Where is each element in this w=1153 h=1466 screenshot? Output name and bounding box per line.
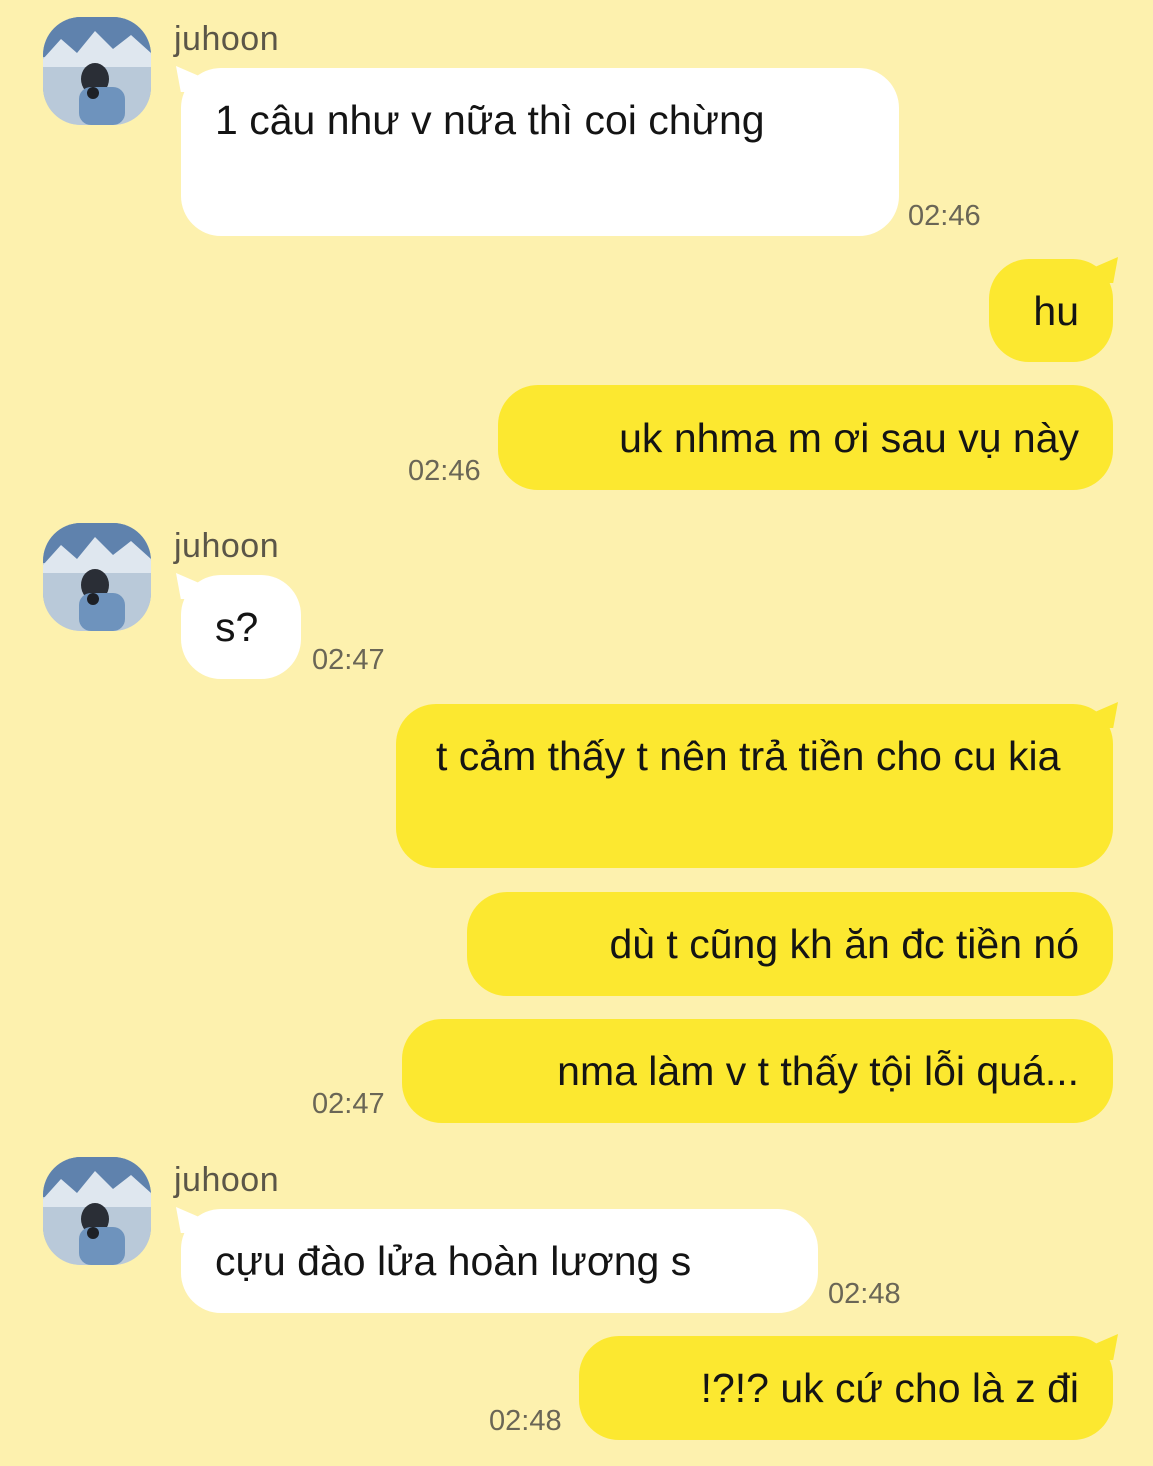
message-text: cựu đào lửa hoàn lương s [215, 1238, 692, 1284]
message-time: 02:46 [408, 455, 481, 487]
sender-name: juhoon [174, 1161, 280, 1199]
message-bubble-outgoing[interactable]: nma làm v t thấy tội lỗi quá... [402, 1019, 1113, 1123]
sender-name: juhoon [174, 527, 280, 565]
message-text: t cảm thấy t nên trả tiền cho cu kia [436, 733, 1061, 779]
message-text: dù t cũng kh ăn đc tiền nó [609, 921, 1079, 967]
message-bubble-outgoing[interactable]: dù t cũng kh ăn đc tiền nó [467, 892, 1113, 996]
message-bubble-incoming[interactable]: cựu đào lửa hoàn lương s [181, 1209, 818, 1313]
contact-avatar[interactable] [43, 523, 151, 631]
message-bubble-incoming[interactable]: 1 câu như v nữa thì coi chừng [181, 68, 899, 236]
avatar-photo-icon [43, 17, 151, 125]
message-bubble-outgoing[interactable]: uk nhma m ơi sau vụ này [498, 385, 1113, 490]
message-text: nma làm v t thấy tội lỗi quá... [557, 1048, 1079, 1094]
contact-avatar[interactable] [43, 1157, 151, 1265]
contact-avatar[interactable] [43, 17, 151, 125]
message-time: 02:47 [312, 1088, 385, 1120]
message-time: 02:46 [908, 200, 981, 232]
message-time: 02:47 [312, 644, 385, 676]
message-time: 02:48 [489, 1405, 562, 1437]
message-time: 02:48 [828, 1278, 901, 1310]
message-text: !?!? uk cứ cho là z đi [700, 1365, 1079, 1411]
message-text: hu [1033, 287, 1079, 334]
sender-name: juhoon [174, 20, 280, 58]
message-bubble-incoming[interactable]: s? [181, 575, 301, 679]
message-bubble-outgoing[interactable]: hu [989, 259, 1113, 362]
avatar-photo-icon [43, 523, 151, 631]
message-bubble-outgoing[interactable]: !?!? uk cứ cho là z đi [579, 1336, 1113, 1440]
message-text: s? [215, 604, 259, 650]
message-text: 1 câu như v nữa thì coi chừng [215, 97, 765, 143]
avatar-photo-icon [43, 1157, 151, 1265]
message-bubble-outgoing[interactable]: t cảm thấy t nên trả tiền cho cu kia [396, 704, 1113, 868]
message-text: uk nhma m ơi sau vụ này [619, 414, 1079, 461]
